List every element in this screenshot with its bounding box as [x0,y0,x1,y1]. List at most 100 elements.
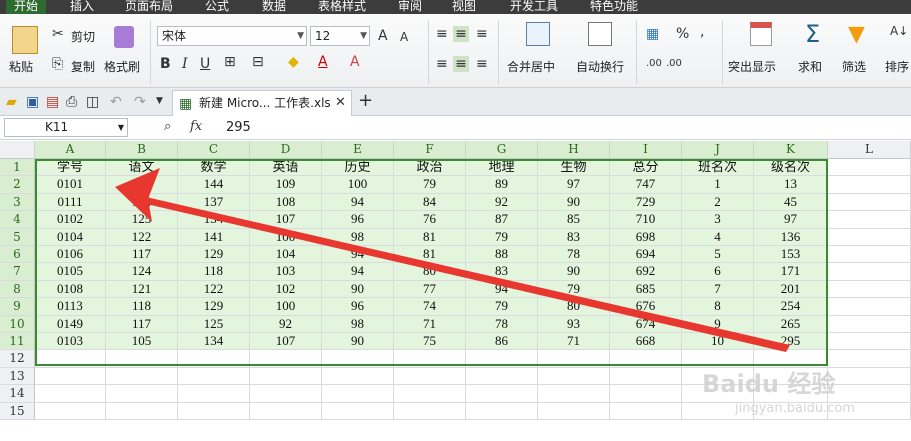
export-pdf-icon[interactable]: ▤ [46,94,59,110]
table-cell[interactable] [250,385,322,403]
table-cell[interactable]: 129 [106,176,178,194]
table-cell[interactable]: 668 [610,333,682,351]
sort-icon[interactable]: A↓ [890,24,908,38]
table-cell[interactable] [466,385,538,403]
table-cell[interactable]: 124 [106,263,178,281]
save-icon[interactable]: ▣ [26,94,39,110]
table-cell[interactable]: 118 [178,263,250,281]
column-header[interactable]: I [610,141,682,159]
table-cell[interactable]: 0104 [35,228,106,246]
table-cell[interactable]: 265 [754,315,828,333]
table-cell[interactable] [466,367,538,386]
table-cell[interactable]: 75 [394,333,466,351]
column-header[interactable]: L [828,141,911,159]
font-shrink-icon[interactable]: A [400,30,408,44]
table-cell[interactable]: 121 [106,280,178,299]
table-cell[interactable]: 80 [394,263,466,281]
table-cell[interactable]: 108 [250,193,322,212]
align-bottom-icon[interactable]: ≡ [476,26,488,42]
table-cell[interactable] [178,385,250,403]
table-cell[interactable]: 153 [754,246,828,264]
table-cell[interactable]: 81 [394,228,466,246]
table-cell[interactable]: 87 [466,211,538,229]
copy-button[interactable]: 复制 [71,58,95,75]
table-cell[interactable]: 81 [394,246,466,264]
table-cell[interactable]: 数学 [178,159,250,177]
table-cell[interactable] [178,350,250,368]
percent-icon[interactable]: % [676,26,689,42]
table-cell[interactable]: 676 [610,298,682,316]
table-cell[interactable] [610,402,682,420]
table-cell[interactable]: 10 [682,333,754,351]
table-cell[interactable]: 76 [394,211,466,229]
font-size-select[interactable]: 12 ▼ [310,26,370,46]
table-cell[interactable]: 2 [682,193,754,212]
table-cell[interactable]: 117 [106,246,178,264]
clear-format-icon[interactable]: A [350,54,360,70]
table-cell[interactable] [828,228,911,246]
chevron-down-icon[interactable]: ▼ [156,96,163,106]
table-cell[interactable] [828,298,911,316]
table-cell[interactable]: 71 [394,315,466,333]
table-cell[interactable] [610,350,682,368]
table-cell[interactable]: 105 [106,333,178,351]
table-cell[interactable] [250,350,322,368]
table-cell[interactable] [466,402,538,420]
table-cell[interactable] [828,246,911,264]
increase-decimal-icon[interactable]: .00 [646,58,662,69]
table-cell[interactable] [35,402,106,420]
align-middle-icon[interactable]: ≡ [453,26,469,42]
merge-center-button[interactable]: 合并居中 [507,58,555,75]
wrap-text-button[interactable]: 自动换行 [576,58,624,75]
table-cell[interactable] [538,367,610,386]
table-cell[interactable] [828,176,911,194]
menu-tab-1[interactable]: 插入 [70,0,94,14]
table-cell[interactable]: 13 [754,176,828,194]
number-format-icon[interactable]: ▦ [646,26,659,42]
border-icon[interactable]: ⊞ [224,54,236,70]
redo-icon[interactable]: ↷ [134,94,146,110]
table-cell[interactable]: 136 [754,228,828,246]
close-icon[interactable]: ✕ [335,91,346,115]
table-cell[interactable] [466,350,538,368]
copy-icon[interactable]: ⎘ [52,56,63,72]
table-cell[interactable]: 0102 [35,211,106,229]
table-cell[interactable]: 96 [322,298,394,316]
table-cell[interactable]: 79 [466,228,538,246]
table-cell[interactable]: 9 [682,315,754,333]
document-tab[interactable]: 新建 Micro... 工作表.xls ▦ ✕ [172,90,352,116]
table-cell[interactable]: 129 [178,298,250,316]
table-cell[interactable]: 0105 [35,263,106,281]
decrease-decimal-icon[interactable]: .00 [666,58,682,69]
table-cell[interactable] [538,385,610,403]
table-cell[interactable]: 104 [250,246,322,264]
table-cell[interactable]: 0108 [35,280,106,299]
table-cell[interactable]: 生物 [538,159,610,177]
table-cell[interactable]: 语文 [106,159,178,177]
table-cell[interactable] [35,350,106,368]
table-cell[interactable] [610,367,682,386]
table-cell[interactable]: 地理 [466,159,538,177]
table-cell[interactable]: 政治 [394,159,466,177]
name-box[interactable]: K11 ▼ [4,118,128,137]
italic-icon[interactable]: I [182,56,188,72]
print-icon[interactable]: ⎙ [66,94,77,110]
font-color-icon[interactable]: A [318,54,328,70]
column-header[interactable]: J [682,141,754,159]
table-cell[interactable] [250,402,322,420]
font-grow-icon[interactable]: A [378,28,388,44]
table-cell[interactable]: 45 [754,193,828,212]
row-header[interactable]: 14 [0,385,35,403]
cut-icon[interactable]: ✂ [52,26,64,42]
table-cell[interactable]: 78 [466,315,538,333]
table-cell[interactable]: 90 [538,193,610,212]
table-cell[interactable] [828,367,911,386]
row-header[interactable]: 11 [0,333,35,351]
table-cell[interactable]: 94 [322,246,394,264]
table-cell[interactable]: 254 [754,298,828,316]
table-cell[interactable] [322,402,394,420]
table-cell[interactable]: 98 [322,228,394,246]
table-cell[interactable]: 103 [250,263,322,281]
table-cell[interactable]: 125 [106,211,178,229]
row-header[interactable]: 2 [0,176,35,194]
